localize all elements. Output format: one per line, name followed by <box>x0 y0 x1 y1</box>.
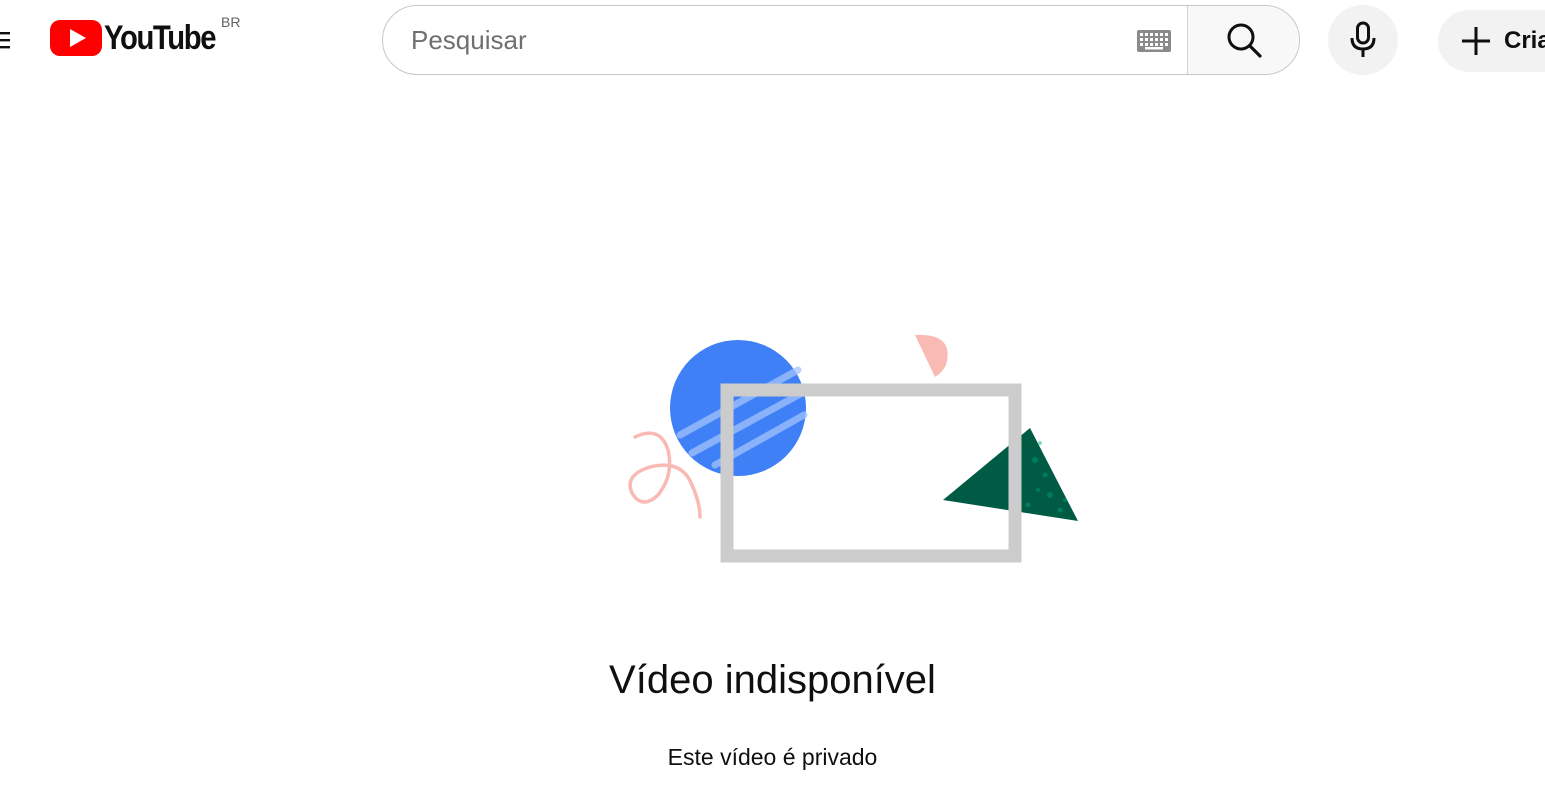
youtube-logo-icon <box>50 20 102 56</box>
create-button-label: Criar <box>1504 27 1545 54</box>
error-message: Este vídeo é privado <box>667 744 878 770</box>
error-title: Vídeo indisponível <box>609 658 936 702</box>
search-input[interactable] <box>383 6 1187 74</box>
pink-half-circle-shape <box>915 334 948 377</box>
menu-icon <box>0 32 10 49</box>
plus-icon <box>1462 27 1490 55</box>
video-unavailable-illustration <box>628 334 1078 563</box>
voice-search-button[interactable] <box>1328 5 1398 75</box>
country-code: BR <box>221 14 241 30</box>
search-button[interactable] <box>1188 6 1299 74</box>
search-input-container <box>383 6 1188 74</box>
create-button[interactable]: Criar <box>1438 10 1545 72</box>
search-box <box>382 5 1300 75</box>
youtube-home-logo[interactable]: YouTube <box>50 14 233 62</box>
mic-icon <box>1350 21 1376 57</box>
logo-wordmark: YouTube <box>104 18 216 57</box>
masthead: YouTube BR Pesquisar Cria <box>0 0 1545 82</box>
search-icon <box>1227 23 1262 58</box>
keyboard-icon[interactable] <box>1137 30 1171 52</box>
guide-menu-button[interactable] <box>0 22 10 58</box>
